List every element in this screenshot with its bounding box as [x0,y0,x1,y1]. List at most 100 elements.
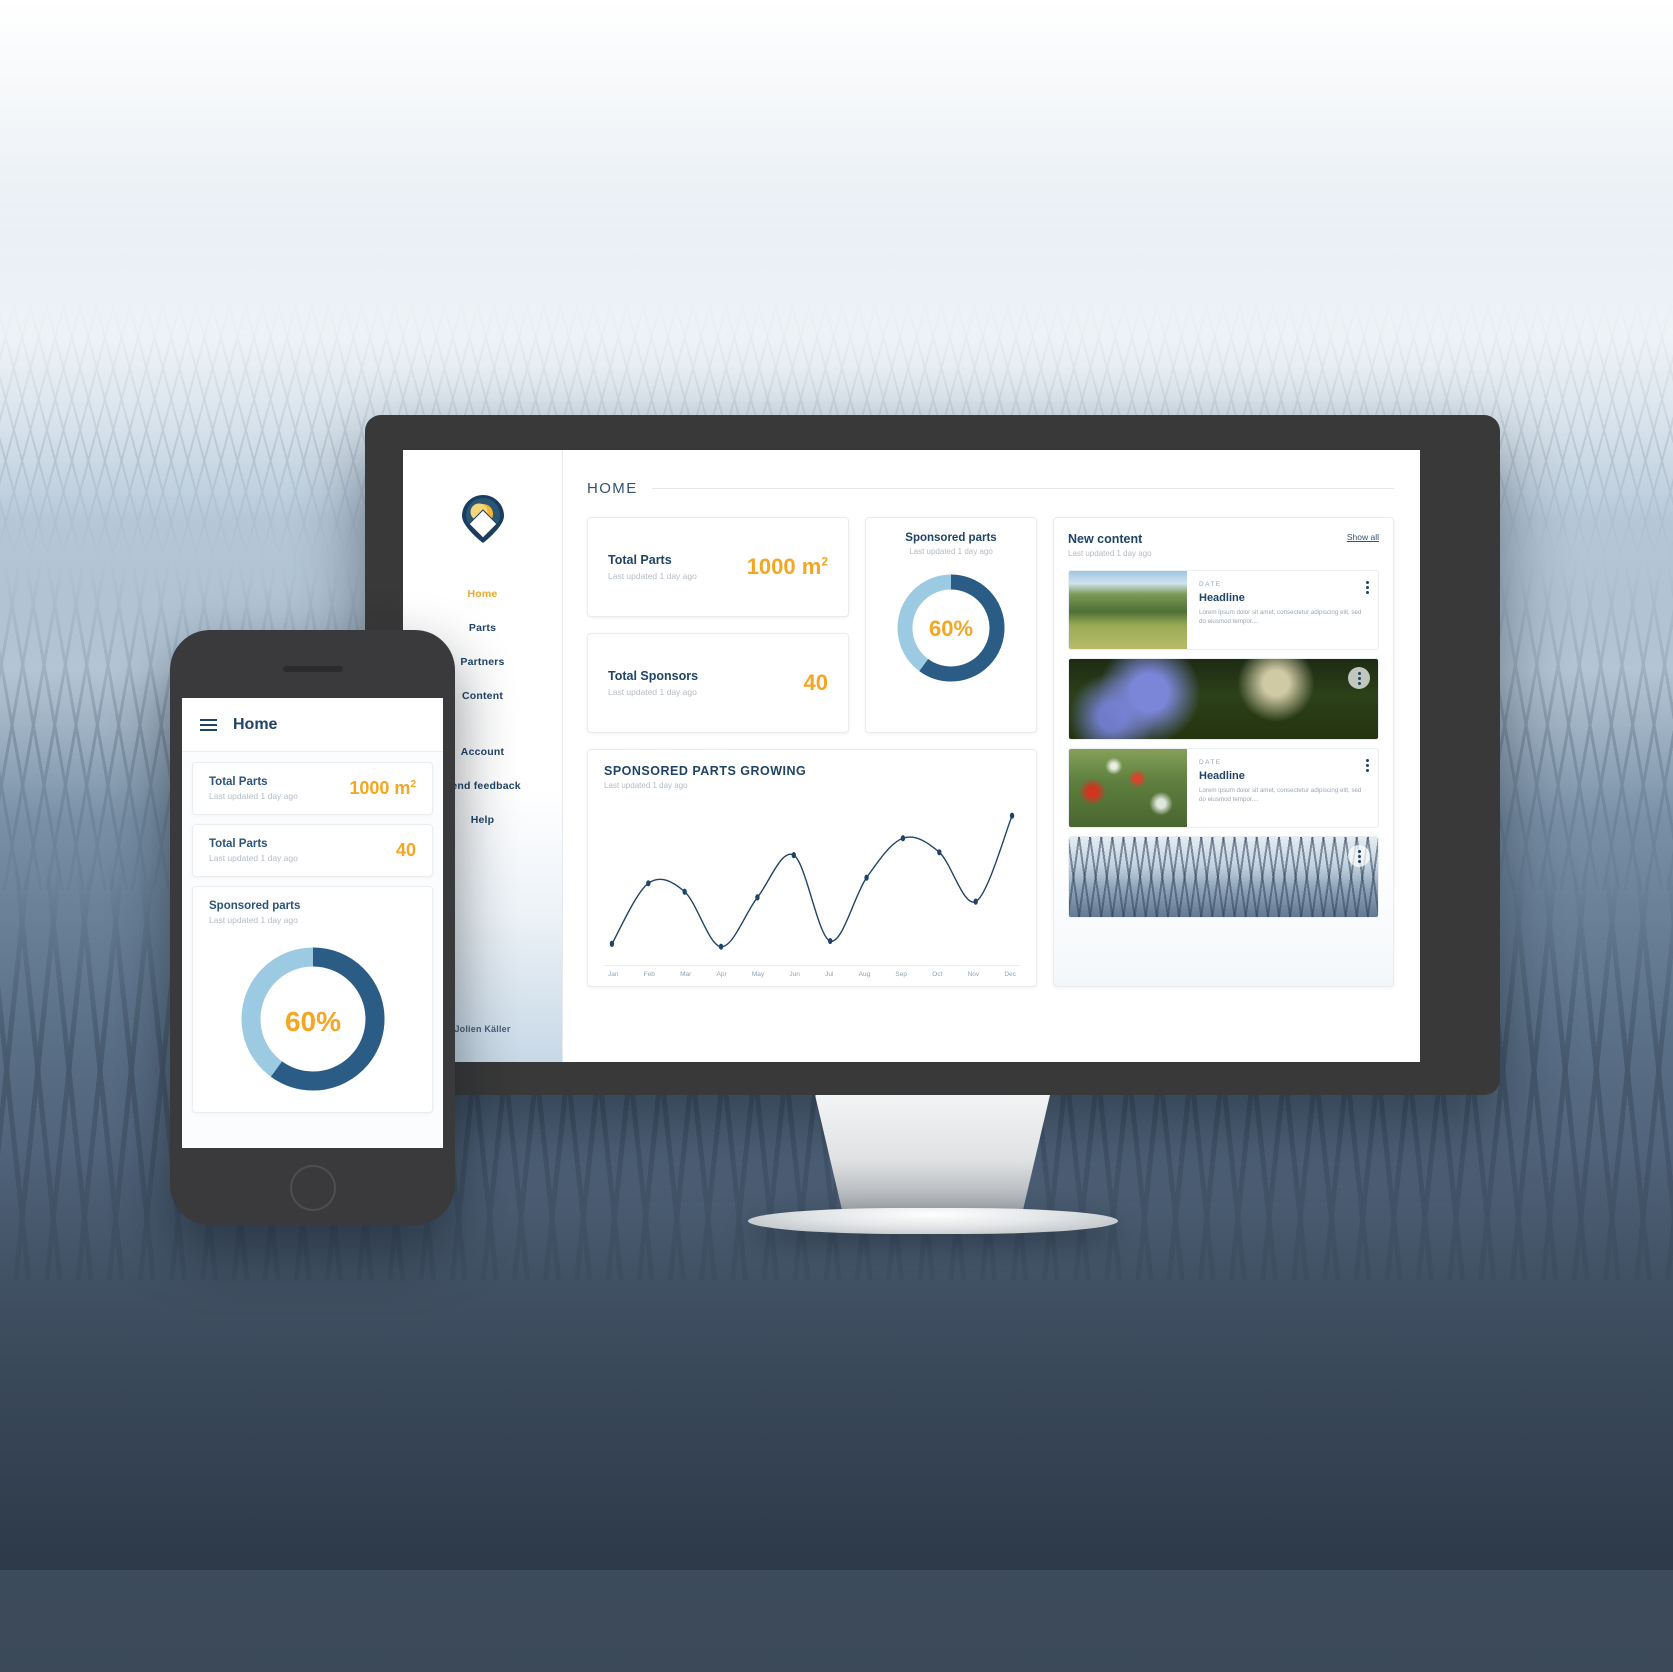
content-item-body: DATE Headline Lorem ipsum dolor sit amet… [1187,749,1378,827]
stat-value: 40 [803,670,828,695]
page-title: HOME [587,480,638,497]
phone-stat-value-number: 1000 m [349,778,411,798]
desktop-monitor: Home Parts Partners Content Account Send… [365,415,1500,1234]
line-chart-series-path [612,816,1012,947]
new-content-list: DATE Headline Lorem ipsum dolor sit amet… [1068,570,1379,918]
line-chart-point-Oct [937,849,942,856]
chart-subtitle: Last updated 1 day ago [604,781,688,790]
chart-x-tick: Oct [932,971,943,978]
more-vertical-icon[interactable] [1348,667,1370,689]
sponsored-parts-growing-card[interactable]: SPONSORED PARTS GROWING Last updated 1 d… [587,749,1037,987]
content-item-date: DATE [1199,759,1222,766]
phone-screen: Home Total Parts Last updated 1 day ago … [182,698,443,1148]
content-thumbnail [1069,659,1378,739]
phone-earpiece-speaker [282,666,343,672]
donut-card-title: Sponsored parts [905,532,997,544]
new-content-header: New content Last updated 1 day ago Show … [1068,532,1379,558]
phone-home-button[interactable] [289,1165,336,1211]
content-thumbnail [1069,837,1378,917]
list-item[interactable] [1068,658,1379,740]
new-content-panel: New content Last updated 1 day ago Show … [1053,517,1394,987]
phone-stat-value: 1000 m2 [349,778,416,799]
line-chart-point-Feb [646,880,651,887]
phone-sponsored-parts-donut-card[interactable]: Sponsored parts Last updated 1 day ago 6… [192,886,433,1113]
donut-chart-svg: 60% [897,574,1005,682]
desktop-screen: Home Parts Partners Content Account Send… [403,450,1420,1062]
line-chart-point-Jul [828,937,833,945]
phone-content: Total Parts Last updated 1 day ago 1000 … [182,752,443,1123]
chart-x-tick: Jun [789,971,800,978]
list-item[interactable]: DATE Headline Lorem ipsum dolor sit amet… [1068,570,1379,650]
header-divider [651,488,1394,489]
chart-x-tick: Apr [716,971,727,978]
chart-x-tick: Dec [1004,971,1016,978]
line-chart-point-Sep [900,835,906,842]
more-vertical-icon[interactable] [1366,581,1369,594]
line-chart-point-May [755,894,760,901]
stat-value-number: 1000 m [746,554,822,579]
chart-plot-area [604,796,1020,965]
phone-donut-subtitle: Last updated 1 day ago [209,915,298,925]
monitor-stand-base [747,1208,1118,1234]
phone-page-title: Home [233,715,278,733]
line-chart-point-Apr [718,943,724,950]
phone-stat-card-total-parts-2[interactable]: Total Parts Last updated 1 day ago 40 [192,824,433,877]
list-item[interactable] [1068,836,1379,918]
app-logo[interactable] [461,494,505,549]
chart-x-tick: Mar [680,971,692,978]
phone-stat-row: Total Parts Last updated 1 day ago 40 [209,838,416,863]
content-item-body: DATE Headline Lorem ipsum dolor sit amet… [1187,571,1378,649]
phone-stat-title: Total Parts [209,776,268,788]
stat-title: Total Parts [608,553,672,567]
stat-title: Total Sponsors [608,669,699,683]
stat-value: 1000 m2 [747,554,828,580]
donut-card-subtitle: Last updated 1 day ago [909,547,993,556]
phone-stat-value: 40 [395,840,416,860]
phone-stat-value-unit-exponent: 2 [410,779,416,790]
line-chart-point-Dec [1009,812,1015,819]
show-all-link[interactable]: Show all [1347,532,1379,542]
sidebar-item-home[interactable]: Home [403,577,562,611]
map-pin-sun-logo-icon [461,495,504,543]
content-thumbnail [1069,749,1187,827]
chart-x-axis: Jan Feb Mar Apr May Jun Jul Aug Sep Oct Nov Dec [604,965,1020,978]
content-item-headline: Headline [1199,770,1245,782]
phone-stat-row: Total Parts Last updated 1 day ago 1000 … [209,776,416,801]
stat-subtitle: Last updated 1 day ago [608,687,697,697]
content-item-date: DATE [1199,581,1222,588]
phone-donut-chart-svg: 60% [241,947,384,1091]
line-chart-point-Mar [682,888,687,895]
more-vertical-icon[interactable] [1366,759,1369,772]
content-item-headline: Headline [1199,592,1245,604]
content-thumbnail [1069,571,1187,649]
phone-stat-subtitle: Last updated 1 day ago [209,853,298,863]
stat-value-unit-exponent: 2 [821,554,828,569]
chart-x-tick: Feb [643,971,655,978]
line-chart-point-Aug [864,874,869,881]
phone-donut-chart: 60% [209,939,416,1099]
hamburger-menu-icon[interactable] [200,718,217,731]
sponsored-parts-donut-card[interactable]: Sponsored parts Last updated 1 day ago 6… [865,517,1037,733]
stat-subtitle: Last updated 1 day ago [608,571,697,581]
phone-topbar: Home [182,698,443,752]
content-item-excerpt: Lorem ipsum dolor sit amet, consectetur … [1199,609,1362,626]
line-chart-point-Nov [973,898,978,905]
new-content-subtitle: Last updated 1 day ago [1068,549,1152,558]
chart-x-tick: Aug [858,971,871,978]
new-content-title: New content [1068,532,1143,546]
page-header: HOME [587,480,1394,517]
donut-chart: 60% [891,568,1011,693]
dashboard-grid: Total Parts Last updated 1 day ago 1000 … [587,517,1394,987]
more-vertical-icon[interactable] [1348,845,1370,867]
stat-card-total-sponsors[interactable]: Total Sponsors Last updated 1 day ago 40 [587,633,849,733]
stat-card-total-parts[interactable]: Total Parts Last updated 1 day ago 1000 … [587,517,849,617]
mockup-scene: Home Parts Partners Content Account Send… [0,0,1673,1672]
desktop-main: HOME Total Parts Last updated 1 day ago … [563,450,1420,1062]
donut-percent-label: 60% [929,616,973,641]
phone-stat-text: Total Parts Last updated 1 day ago [209,776,349,801]
phone-stat-text: Total Parts Last updated 1 day ago [209,838,396,863]
list-item[interactable]: DATE Headline Lorem ipsum dolor sit amet… [1068,748,1379,828]
content-item-excerpt: Lorem ipsum dolor sit amet, consectetur … [1199,787,1362,804]
phone-stat-card-total-parts[interactable]: Total Parts Last updated 1 day ago 1000 … [192,762,433,815]
mobile-phone: Home Total Parts Last updated 1 day ago … [170,630,455,1225]
